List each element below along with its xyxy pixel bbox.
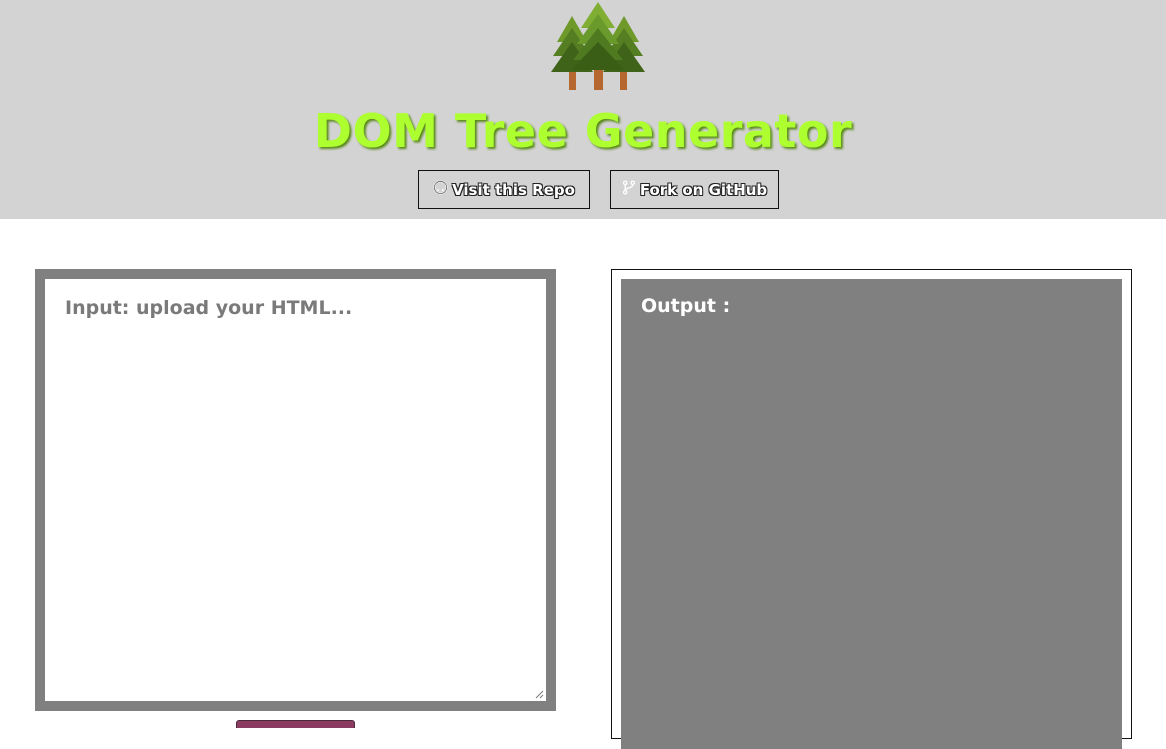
github-icon <box>433 180 448 199</box>
fork-github-label: Fork on GitHub <box>639 180 768 199</box>
html-input[interactable] <box>45 279 546 701</box>
fork-icon <box>622 180 636 199</box>
page-title: DOM Tree Generator <box>313 104 853 158</box>
submit-button[interactable] <box>236 720 355 728</box>
resize-handle-icon[interactable] <box>535 690 544 699</box>
visit-repo-button[interactable]: Visit this Repo <box>418 170 590 209</box>
header: DOM Tree Generator Visit this Repo Fork … <box>0 0 1166 219</box>
output-container: Output : <box>611 269 1132 749</box>
html-input-container: Input: upload your HTML... <box>35 269 556 711</box>
visit-repo-label: Visit this Repo <box>452 180 575 199</box>
output-panel: Output : <box>621 279 1122 749</box>
output-label: Output : <box>641 295 731 317</box>
fork-github-button[interactable]: Fork on GitHub <box>610 170 779 209</box>
pine-trees-icon <box>551 2 645 90</box>
